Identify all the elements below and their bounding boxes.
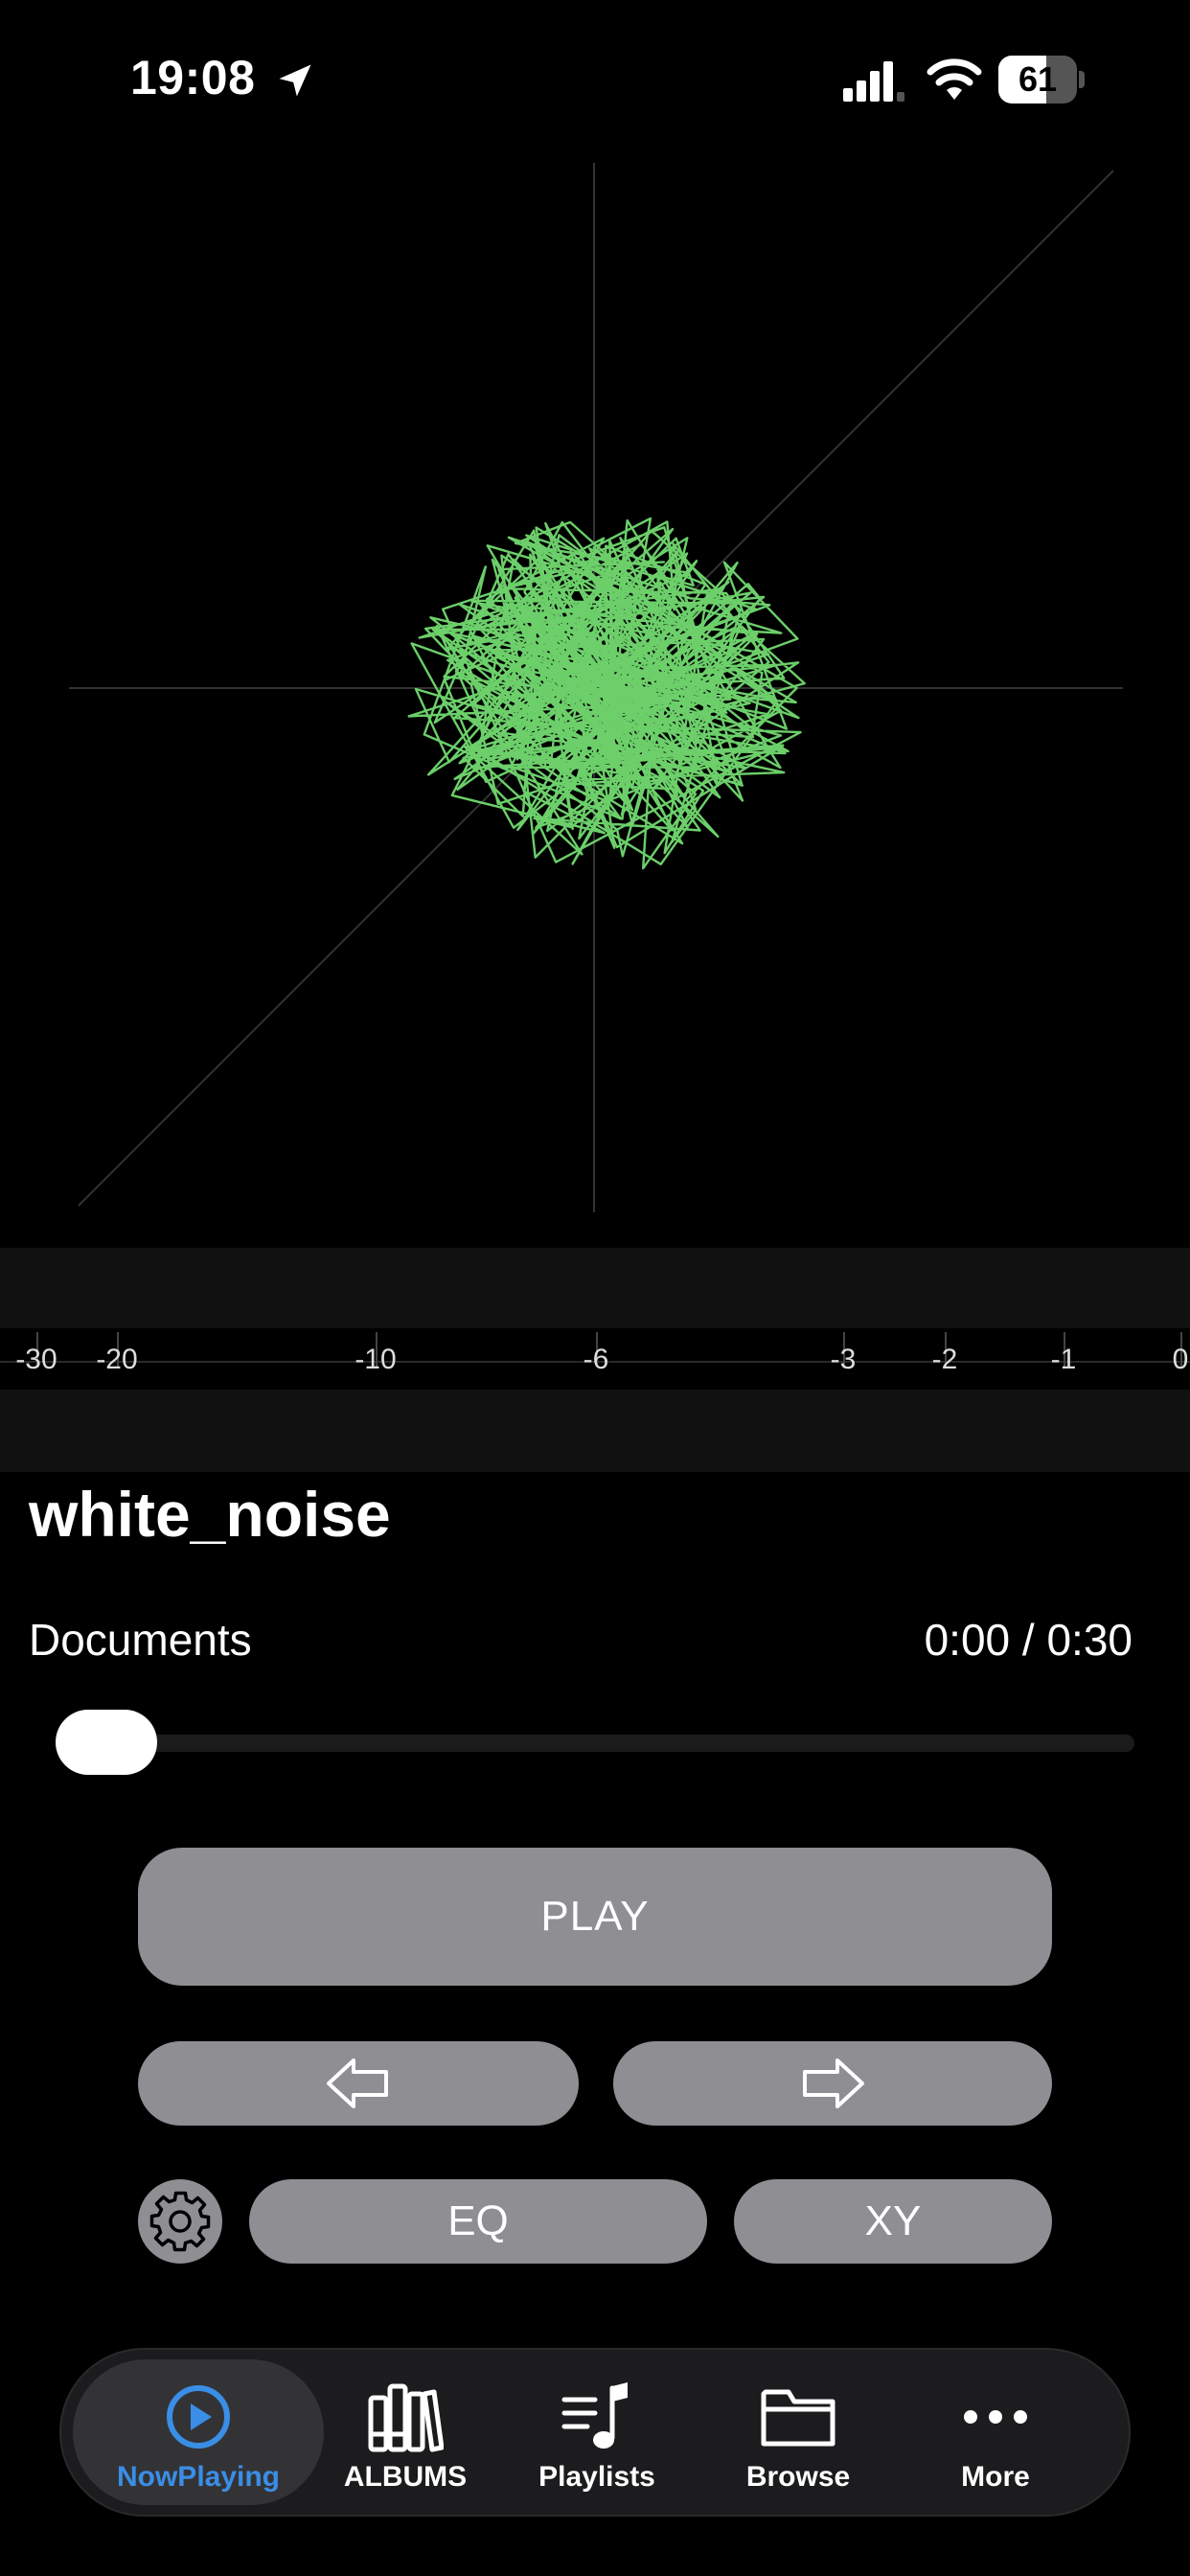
track-time: 0:00 / 0:30 (924, 1615, 1133, 1665)
music-list-icon (561, 2382, 628, 2449)
ellipsis-icon (964, 2410, 1027, 2424)
meter-tick-label: -20 (96, 1344, 138, 1375)
tab-label: Browse (745, 2461, 851, 2493)
battery-icon: 61 (998, 56, 1085, 104)
previous-button[interactable] (138, 2041, 579, 2126)
folder-icon (761, 2389, 835, 2447)
tab-albums[interactable]: ALBUMS (305, 2359, 506, 2505)
meter-bar-top (0, 1248, 1190, 1328)
books-icon (368, 2383, 444, 2452)
meter-tick-label: -1 (1050, 1344, 1077, 1375)
tab-label: Playlists (538, 2461, 655, 2493)
settings-button[interactable] (138, 2179, 222, 2264)
tab-bar: NowPlaying ALBUMS Playlists Browse More (59, 2348, 1131, 2517)
tab-label: ALBUMS (343, 2461, 468, 2493)
battery-percent: 61 (1018, 59, 1058, 99)
play-circle-icon (167, 2385, 230, 2449)
xy-button[interactable]: XY (734, 2179, 1052, 2264)
play-button[interactable]: PLAY (138, 1848, 1052, 1986)
progress-slider-track[interactable] (56, 1735, 1134, 1752)
meter-bar-bottom (0, 1390, 1190, 1472)
tab-browse[interactable]: Browse (698, 2359, 899, 2505)
meter-tick-label: -30 (15, 1344, 57, 1375)
status-time: 19:08 (130, 51, 256, 104)
app-screen: 19:08 61 -30 -20 -10 -6 -3 -2 -1 0 white… (0, 0, 1190, 2576)
cellular-signal-icon (843, 61, 904, 102)
meter-tick-label: -10 (355, 1344, 397, 1375)
arrow-left-icon (327, 2058, 388, 2108)
meter-tick-label: 0 (1172, 1344, 1189, 1375)
meter-scale: -30 -20 -10 -6 -3 -2 -1 0 (0, 1328, 1190, 1388)
status-bar: 19:08 61 (0, 0, 1190, 153)
tab-more[interactable]: More (895, 2359, 1096, 2505)
eq-button[interactable]: EQ (249, 2179, 707, 2264)
tab-nowplaying[interactable]: NowPlaying (73, 2359, 324, 2505)
track-title: white_noise (29, 1479, 391, 1550)
meter-tick-label: -2 (931, 1344, 958, 1375)
tab-playlists[interactable]: Playlists (496, 2359, 698, 2505)
location-arrow-icon (279, 64, 311, 97)
meter-tick-label: -3 (830, 1344, 857, 1375)
meter-tick-label: -6 (583, 1344, 609, 1375)
wifi-icon (927, 58, 982, 100)
arrow-right-icon (803, 2058, 864, 2108)
progress-slider-knob[interactable] (56, 1710, 157, 1775)
track-folder: Documents (29, 1615, 252, 1665)
next-button[interactable] (613, 2041, 1052, 2126)
tab-label: NowPlaying (116, 2461, 281, 2493)
gear-icon (149, 2191, 211, 2252)
xy-scope-display[interactable] (0, 153, 1190, 1236)
tab-label: More (961, 2461, 1030, 2493)
